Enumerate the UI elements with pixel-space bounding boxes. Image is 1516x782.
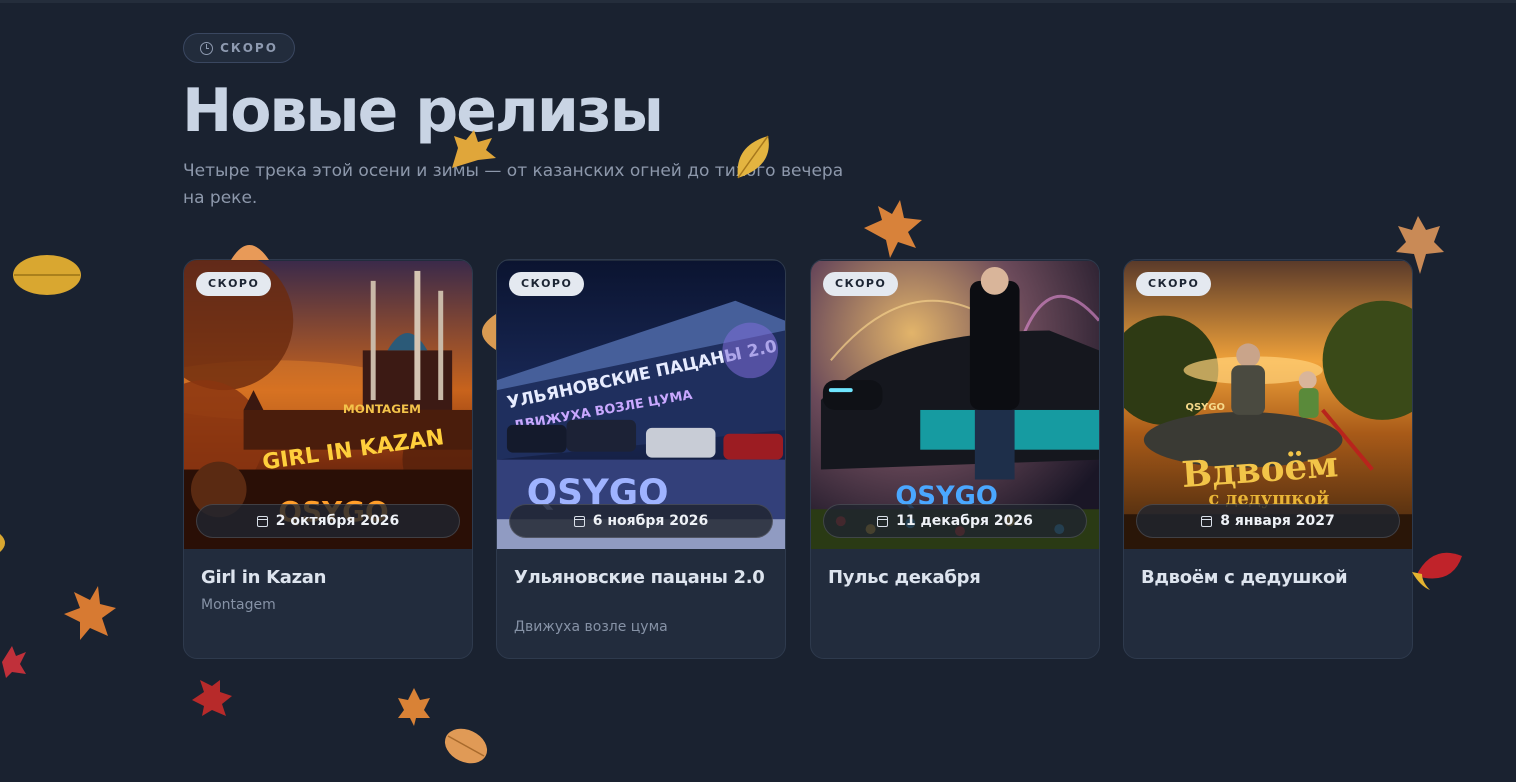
cover-text-montagem: MONTAGEM <box>343 402 421 416</box>
calendar-icon <box>573 515 585 527</box>
leaf-icon <box>737 135 769 179</box>
release-date-pill: 2 октября 2026 <box>196 504 460 538</box>
leaf-icon <box>1412 552 1462 590</box>
calendar-icon <box>877 515 889 527</box>
release-card-vdvoem-s-dedushkoy[interactable]: QSYGO Вдвоём с дедушкой СКОРО 8 января 2… <box>1123 259 1413 659</box>
release-subtitle: Движуха возле цума <box>514 619 668 635</box>
calendar-icon <box>256 515 268 527</box>
leaf-icon <box>398 688 430 726</box>
status-badge: СКОРО <box>823 272 899 296</box>
release-date-pill: 6 ноября 2026 <box>509 504 773 538</box>
leaf-icon <box>482 314 496 350</box>
section-badge-label: СКОРО <box>220 41 278 55</box>
release-subtitle: Montagem <box>201 597 276 613</box>
release-date: 2 октября 2026 <box>275 513 400 529</box>
page-title: Новые релизы <box>182 76 664 146</box>
leaf-icon <box>192 680 232 716</box>
release-title: Girl in Kazan <box>201 567 327 588</box>
release-card-girl-in-kazan[interactable]: MONTAGEM GIRL IN KAZAN QSYGO СКОРО 2 окт… <box>183 259 473 659</box>
release-title: Ульяновские пацаны 2.0 <box>514 567 765 588</box>
status-badge: СКОРО <box>1136 272 1212 296</box>
leaf-icon <box>1396 216 1444 274</box>
release-card-ulyanovskie-patsany[interactable]: УЛЬЯНОВСКИЕ ПАЦАНЫ 2.0 ДВИЖУХА ВОЗЛЕ ЦУМ… <box>496 259 786 659</box>
top-divider <box>0 0 1516 3</box>
leaf-icon <box>0 534 5 552</box>
release-date: 8 января 2027 <box>1220 513 1335 529</box>
leaf-icon <box>452 130 496 168</box>
section-badge: СКОРО <box>183 33 295 63</box>
clock-icon <box>200 41 214 55</box>
leaf-icon <box>2 646 26 678</box>
release-date: 11 декабря 2026 <box>896 513 1033 529</box>
status-badge: СКОРО <box>196 272 272 296</box>
release-date-pill: 11 декабря 2026 <box>823 504 1087 538</box>
release-date-pill: 8 января 2027 <box>1136 504 1400 538</box>
leaf-icon <box>13 255 81 295</box>
leaf-icon <box>444 728 488 764</box>
leaf-icon <box>864 200 922 258</box>
release-title: Вдвоём с дедушкой <box>1141 567 1348 588</box>
leaf-icon <box>231 245 269 260</box>
calendar-icon <box>1201 515 1213 527</box>
cover-text-brand: QSYGO <box>1186 402 1225 413</box>
release-title: Пульс декабря <box>828 567 981 588</box>
status-badge: СКОРО <box>509 272 585 296</box>
leaf-icon <box>64 586 116 640</box>
release-date: 6 ноября 2026 <box>592 513 709 529</box>
release-card-puls-dekabrya[interactable]: QSYGO СКОРО 11 декабря 2026 Пульс декабр… <box>810 259 1100 659</box>
